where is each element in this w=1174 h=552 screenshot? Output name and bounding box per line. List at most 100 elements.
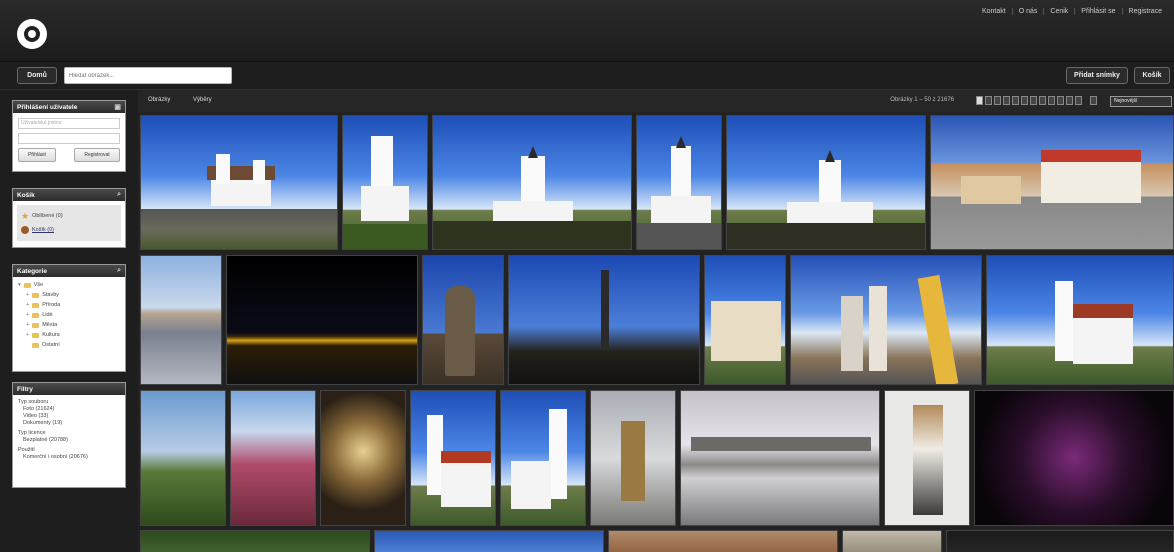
photo-thumbnail[interactable] bbox=[342, 115, 428, 250]
page-button[interactable] bbox=[1030, 96, 1037, 105]
register-button[interactable]: Registrovat bbox=[74, 148, 120, 162]
cart-button[interactable]: Košík bbox=[1134, 67, 1170, 84]
page-button[interactable] bbox=[1057, 96, 1064, 105]
photo-thumbnail[interactable] bbox=[508, 255, 700, 385]
photo-thumbnail[interactable] bbox=[422, 255, 504, 385]
favorites-item[interactable]: ★ Oblíbené (0) bbox=[21, 209, 117, 223]
page-button[interactable] bbox=[1003, 96, 1010, 105]
photo-thumbnail[interactable] bbox=[140, 115, 338, 250]
gallery-toolbar: Obrázky Výběry Obrázky 1 – 50 z 21676 Ne… bbox=[138, 90, 1174, 112]
filters-panel: Filtry Typ souboru Foto (21624) Video (3… bbox=[12, 382, 126, 488]
folder-icon bbox=[32, 302, 40, 308]
page-button[interactable] bbox=[985, 96, 992, 105]
filter-option[interactable]: Bezplatné (20788) bbox=[18, 437, 120, 444]
page-button[interactable] bbox=[1075, 96, 1082, 105]
add-photos-button[interactable]: Přidat snímky bbox=[1066, 67, 1128, 84]
photo-thumbnail[interactable] bbox=[842, 530, 942, 552]
photo-thumbnail[interactable] bbox=[140, 530, 370, 552]
page-button[interactable] bbox=[1048, 96, 1055, 105]
panel-title: Košík bbox=[17, 191, 35, 199]
top-links: Kontakt O nás Cenik Přihlásit se Registr… bbox=[976, 8, 1168, 15]
password-field[interactable] bbox=[18, 133, 120, 144]
page-button[interactable] bbox=[994, 96, 1001, 105]
tree-item[interactable]: Ostatní bbox=[18, 340, 120, 350]
top-link[interactable]: Registrace bbox=[1121, 8, 1168, 15]
photo-thumbnail[interactable] bbox=[226, 255, 418, 385]
filter-option[interactable]: Video (33) bbox=[18, 413, 120, 420]
window-icon[interactable]: ▣ bbox=[114, 103, 121, 111]
filter-heading: Typ souboru bbox=[18, 399, 49, 405]
tree-item[interactable]: + Kultura bbox=[18, 330, 120, 340]
home-button[interactable]: Domů bbox=[17, 67, 57, 84]
tree-item[interactable]: ▾ Vše bbox=[18, 280, 120, 290]
photo-thumbnail[interactable] bbox=[140, 255, 222, 385]
photo-thumbnail[interactable] bbox=[410, 390, 496, 526]
top-link[interactable]: Přihlásit se bbox=[1074, 8, 1121, 15]
camera-aperture-icon[interactable] bbox=[17, 19, 47, 49]
photo-thumbnail[interactable] bbox=[230, 390, 316, 526]
cart-item[interactable]: Košík (0) bbox=[21, 223, 117, 237]
cart-panel: Košík ⌕ ★ Oblíbené (0) Košík (0) bbox=[12, 188, 126, 248]
filter-option[interactable]: Komerční i osobní (20676) bbox=[18, 454, 120, 461]
photo-thumbnail[interactable] bbox=[704, 255, 786, 385]
page-button[interactable] bbox=[1066, 96, 1073, 105]
folder-icon bbox=[23, 282, 31, 288]
cart-icon bbox=[21, 226, 29, 234]
tree-item[interactable]: + Stavby bbox=[18, 290, 120, 300]
tree-item[interactable]: + Města bbox=[18, 320, 120, 330]
folder-icon bbox=[32, 312, 40, 318]
photo-thumbnail[interactable] bbox=[930, 115, 1174, 250]
top-link[interactable]: O nás bbox=[1011, 8, 1044, 15]
top-bar: Kontakt O nás Cenik Přihlásit se Registr… bbox=[0, 0, 1174, 62]
search-row: Domů Přidat snímky Košík bbox=[0, 62, 1174, 90]
username-field[interactable]: Uživatelské jméno bbox=[18, 118, 120, 129]
page-button[interactable] bbox=[1021, 96, 1028, 105]
tree-item[interactable]: + Příroda bbox=[18, 300, 120, 310]
photo-thumbnail[interactable] bbox=[790, 255, 982, 385]
sort-select[interactable]: Nejnovější bbox=[1110, 96, 1172, 107]
photo-thumbnail[interactable] bbox=[884, 390, 970, 526]
login-button[interactable]: Přihlásit bbox=[18, 148, 56, 162]
list-item: Košík (0) bbox=[32, 227, 55, 233]
login-panel: Přihlášení uživatele ▣ Uživatelské jméno… bbox=[12, 100, 126, 172]
folder-icon bbox=[32, 342, 39, 348]
filter-heading: Typ licence bbox=[18, 430, 46, 436]
search-icon[interactable]: ⌕ bbox=[117, 191, 121, 199]
tab-images[interactable]: Obrázky bbox=[148, 97, 170, 103]
photo-thumbnail[interactable] bbox=[140, 390, 226, 526]
photo-thumbnail[interactable] bbox=[636, 115, 722, 250]
photo-thumbnail[interactable] bbox=[946, 530, 1174, 552]
filter-option[interactable]: Dokumenty (19) bbox=[18, 420, 120, 427]
main-gallery: Obrázky Výběry Obrázky 1 – 50 z 21676 Ne… bbox=[138, 90, 1174, 552]
tree-item[interactable]: + Lidé bbox=[18, 310, 120, 320]
photo-thumbnail[interactable] bbox=[500, 390, 586, 526]
photo-thumbnail[interactable] bbox=[986, 255, 1174, 385]
filter-option[interactable]: Foto (21624) bbox=[18, 406, 120, 413]
photo-thumbnail[interactable] bbox=[680, 390, 880, 526]
photo-thumbnail[interactable] bbox=[974, 390, 1174, 526]
page-button[interactable] bbox=[1012, 96, 1019, 105]
pagination bbox=[976, 96, 1097, 105]
sidebar: Přihlášení uživatele ▣ Uživatelské jméno… bbox=[0, 90, 138, 552]
photo-thumbnail[interactable] bbox=[726, 115, 926, 250]
search-input[interactable] bbox=[64, 67, 232, 84]
photo-thumbnail[interactable] bbox=[320, 390, 406, 526]
folder-icon bbox=[32, 332, 40, 338]
panel-title: Přihlášení uživatele bbox=[17, 103, 78, 111]
folder-icon bbox=[32, 322, 40, 328]
pager-text: Obrázky 1 – 50 z 21676 bbox=[890, 97, 954, 103]
photo-thumbnail[interactable] bbox=[590, 390, 676, 526]
tab-selections[interactable]: Výběry bbox=[193, 97, 212, 103]
page-button[interactable] bbox=[976, 96, 983, 105]
search-icon[interactable]: ⌕ bbox=[117, 267, 121, 275]
photo-thumbnail[interactable] bbox=[374, 530, 604, 552]
list-item: Oblíbené (0) bbox=[32, 213, 63, 219]
photo-thumbnail[interactable] bbox=[432, 115, 632, 250]
panel-title: Kategorie bbox=[17, 267, 47, 275]
photo-thumbnail[interactable] bbox=[608, 530, 838, 552]
page-button[interactable] bbox=[1039, 96, 1046, 105]
top-link[interactable]: Cenik bbox=[1043, 8, 1074, 15]
top-link[interactable]: Kontakt bbox=[976, 8, 1012, 15]
star-icon: ★ bbox=[21, 210, 30, 221]
next-page-button[interactable] bbox=[1090, 96, 1097, 105]
